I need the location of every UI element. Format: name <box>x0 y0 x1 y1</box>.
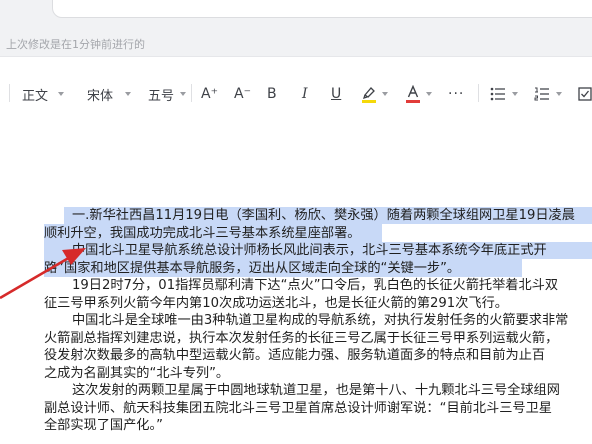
more-icon: ··· <box>448 86 465 102</box>
chevron-down-icon <box>556 92 562 96</box>
chevron-down-icon <box>382 92 388 96</box>
underline-icon: U <box>331 86 342 102</box>
numbered-list-icon <box>534 87 549 101</box>
italic-icon: I <box>302 86 308 102</box>
chevron-down-icon <box>426 92 432 96</box>
font-color-icon <box>406 85 420 103</box>
bulleted-list-icon <box>490 87 505 101</box>
numbered-list-button[interactable] <box>534 84 562 104</box>
toolbar-divider <box>191 84 192 102</box>
toolbar-divider <box>478 84 479 102</box>
decrease-font-size-button[interactable]: A⁻ <box>234 84 251 104</box>
chevron-down-icon <box>512 92 518 96</box>
highlighter-icon <box>362 87 376 103</box>
bold-icon: B <box>267 86 277 102</box>
checklist-icon <box>578 87 592 101</box>
doc-line: 19日2时7分，01指挥员鄢利清下达“点火”口令后，乳白色的长征火箭托举着北斗双 <box>72 278 559 293</box>
bold-button[interactable]: B <box>267 84 277 104</box>
italic-button[interactable]: I <box>302 84 308 104</box>
doc-line: 役发射次数最多的高轨中型运载火箭。适应能力强、服务轨道面多的特点和目前为止百 <box>44 348 546 363</box>
doc-line: 一.新华社西昌11月19日电（李国利、杨欣、樊永强）随着两颗全球组网卫星19日凌… <box>72 208 575 223</box>
more-options-button[interactable]: ··· <box>448 84 464 104</box>
doc-line: 副总设计师、航天科技集团五院北斗三号卫星首席总设计师谢军说：“目前北斗三号卫星 <box>44 400 552 416</box>
checklist-button[interactable] <box>578 84 592 104</box>
font-color-button[interactable] <box>406 84 432 104</box>
chevron-down-icon <box>180 92 187 96</box>
document-title-box[interactable] <box>52 0 592 18</box>
increase-font-icon: A⁺ <box>201 86 218 102</box>
doc-line: 征三号甲系列火箭今年内第10次成功运送北斗，也是长征火箭的第291次飞行。 <box>44 295 508 311</box>
annotation-arrow-icon <box>0 248 86 300</box>
doc-line: 中国北斗是全球唯一由3种轨道卫星构成的导航系统，对执行发射任务的火箭要求非常 <box>72 313 569 328</box>
doc-line: 这次发射的两颗卫星属于中圆地球轨道卫星，也是第十八、十九颗北斗三号全球组网 <box>72 383 560 398</box>
font-size-dropdown[interactable]: 五号 <box>148 84 187 104</box>
doc-line: 路”国家和地区提供基本导航服务，迈出从区域走向全球的“关键一步”。 <box>44 260 461 276</box>
highlight-color-button[interactable] <box>362 84 388 104</box>
font-size-label: 五号 <box>148 88 175 104</box>
increase-font-size-button[interactable]: A⁺ <box>201 84 218 104</box>
doc-line: 中国北斗卫星导航系统总设计师杨长风此间表示，北斗三号基本系统今年底正式开 <box>72 243 547 258</box>
underline-button[interactable]: U <box>331 84 341 104</box>
doc-line: 火箭副总指挥刘建忠说，执行本次发射任务的长征三号乙属于长征三号甲系列运载火箭， <box>44 330 559 346</box>
decrease-font-icon: A⁻ <box>234 86 251 102</box>
chevron-down-icon <box>125 92 132 96</box>
bulleted-list-button[interactable] <box>490 84 518 104</box>
